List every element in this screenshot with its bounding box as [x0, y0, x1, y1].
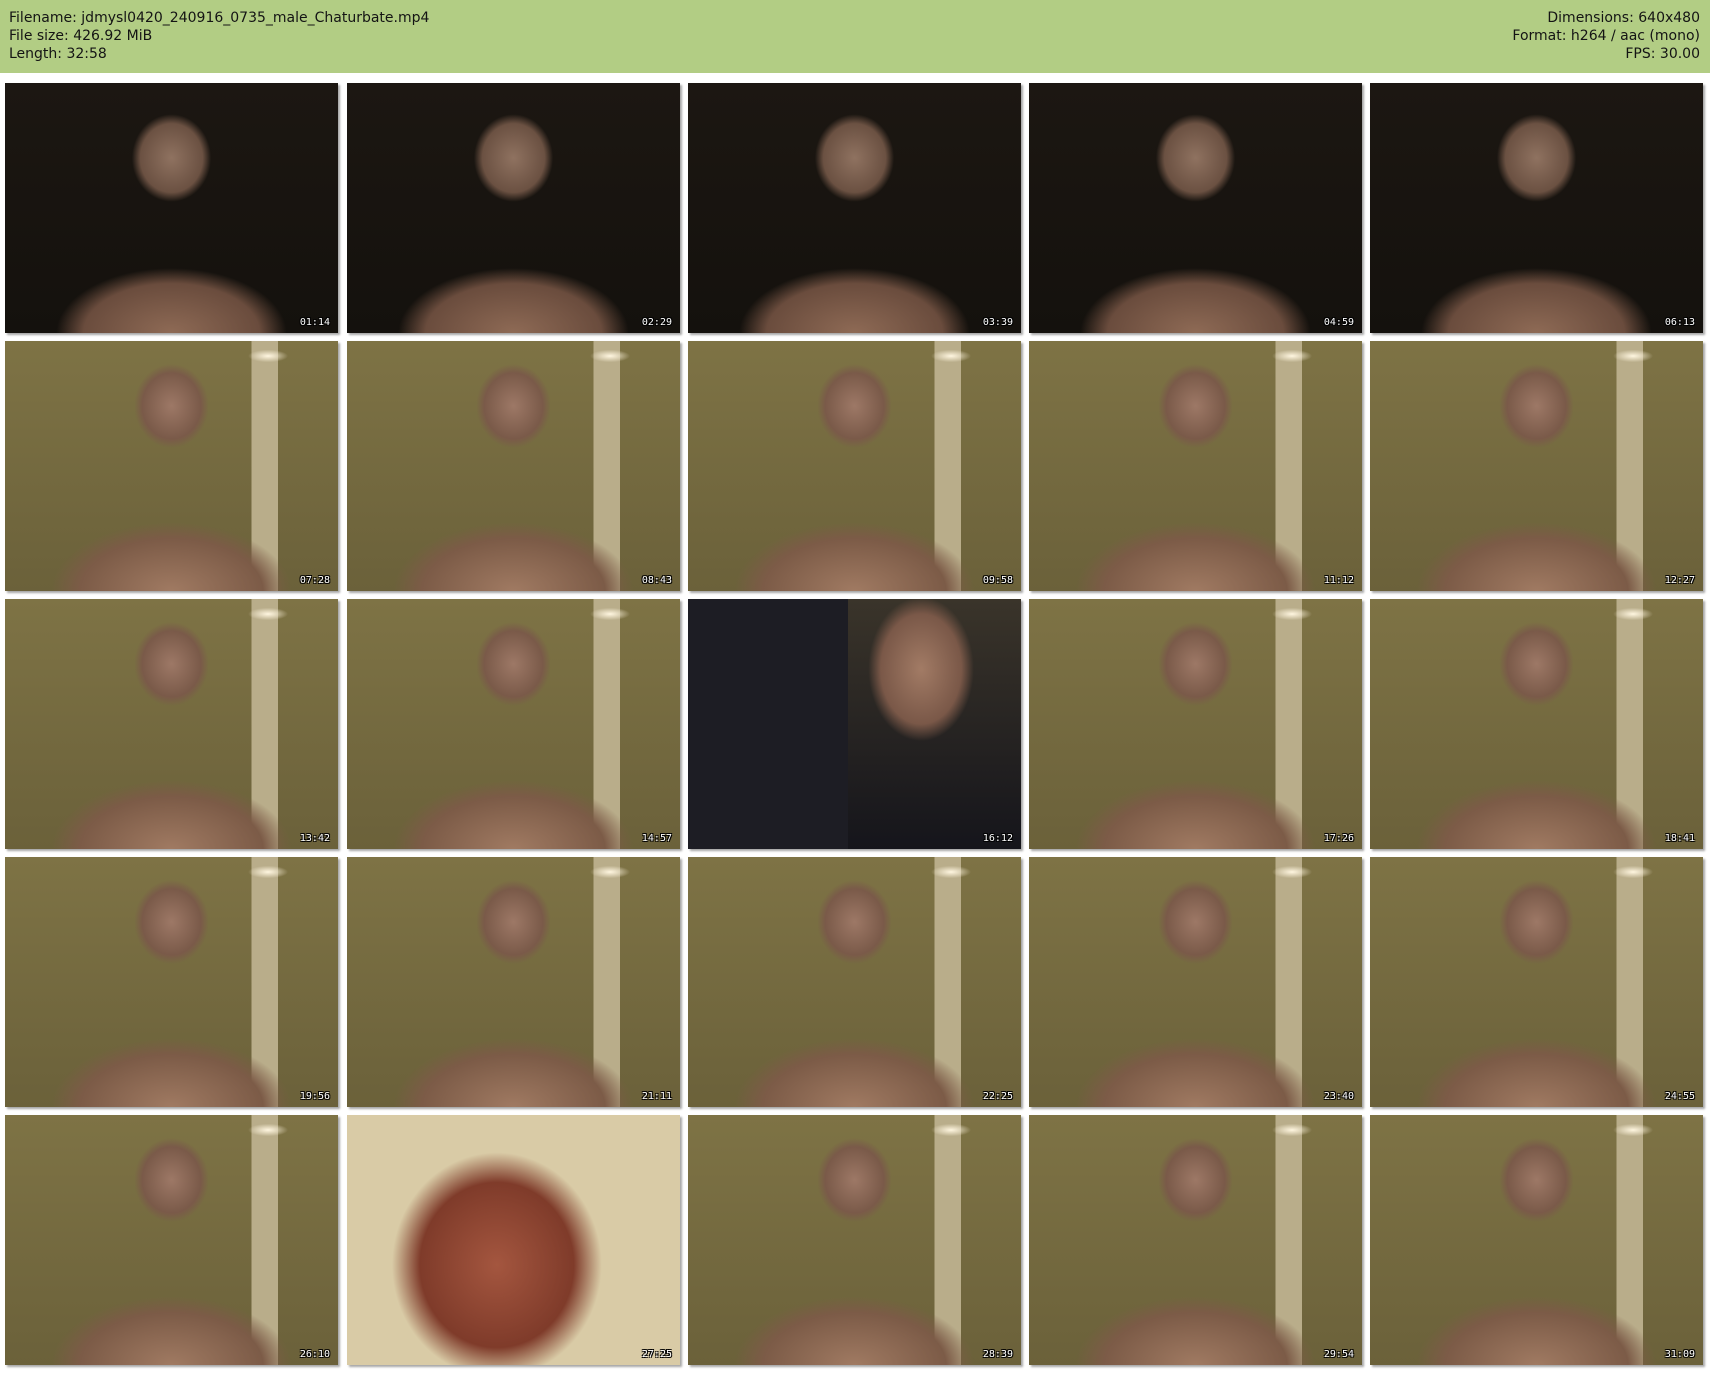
thumbnail-frame: 17:26 [1029, 599, 1362, 849]
thumbnail-grid: 01:14 02:29 03:39 04:59 06:13 07:28 08:43 09:58… [0, 0, 1710, 1373]
thumbnail-frame: 02:29 [347, 83, 680, 333]
thumbnail-frame: 03:39 [688, 83, 1021, 333]
thumbnail-timestamp: 06:13 [1664, 317, 1695, 328]
thumbnail-timestamp: 01:14 [299, 317, 330, 328]
thumbnail-timestamp: 07:28 [299, 575, 330, 586]
thumbnail-frame: 04:59 [1029, 83, 1362, 333]
thumbnail-frame: 18:41 [1370, 599, 1703, 849]
thumbnail-timestamp: 13:42 [299, 833, 330, 844]
thumbnail-timestamp: 04:59 [1323, 317, 1354, 328]
thumbnail-frame: 27:25 [347, 1115, 680, 1365]
thumbnail-frame: 28:39 [688, 1115, 1021, 1365]
thumbnail-timestamp: 23:40 [1323, 1091, 1354, 1102]
thumbnail-frame: 22:25 [688, 857, 1021, 1107]
thumbnail-timestamp: 17:26 [1323, 833, 1354, 844]
thumbnail-timestamp: 03:39 [982, 317, 1013, 328]
thumbnail-frame: 08:43 [347, 341, 680, 591]
thumbnail-timestamp: 24:55 [1664, 1091, 1695, 1102]
thumbnail-timestamp: 11:12 [1323, 575, 1354, 586]
thumbnail-timestamp: 14:57 [641, 833, 672, 844]
thumbnail-frame: 31:09 [1370, 1115, 1703, 1365]
thumbnail-timestamp: 22:25 [982, 1091, 1013, 1102]
thumbnail-timestamp: 02:29 [641, 317, 672, 328]
thumbnail-frame: 13:42 [5, 599, 338, 849]
thumbnail-frame: 06:13 [1370, 83, 1703, 333]
thumbnail-timestamp: 08:43 [641, 575, 672, 586]
thumbnail-frame: 23:40 [1029, 857, 1362, 1107]
thumbnail-frame: 01:14 [5, 83, 338, 333]
thumbnail-frame: 24:55 [1370, 857, 1703, 1107]
thumbnail-timestamp: 16:12 [982, 833, 1013, 844]
thumbnail-frame: 16:12 [688, 599, 1021, 849]
thumbnail-timestamp: 28:39 [982, 1349, 1013, 1360]
thumbnail-frame: 07:28 [5, 341, 338, 591]
thumbnail-timestamp: 19:56 [299, 1091, 330, 1102]
thumbnail-timestamp: 29:54 [1323, 1349, 1354, 1360]
thumbnail-frame: 19:56 [5, 857, 338, 1107]
thumbnail-timestamp: 26:10 [299, 1349, 330, 1360]
thumbnail-frame: 21:11 [347, 857, 680, 1107]
thumbnail-frame: 29:54 [1029, 1115, 1362, 1365]
thumbnail-timestamp: 27:25 [641, 1349, 672, 1360]
thumbnail-frame: 12:27 [1370, 341, 1703, 591]
thumbnail-frame: 11:12 [1029, 341, 1362, 591]
thumbnail-frame: 09:58 [688, 341, 1021, 591]
thumbnail-timestamp: 18:41 [1664, 833, 1695, 844]
thumbnail-timestamp: 31:09 [1664, 1349, 1695, 1360]
thumbnail-frame: 26:10 [5, 1115, 338, 1365]
thumbnail-timestamp: 09:58 [982, 575, 1013, 586]
thumbnail-timestamp: 21:11 [641, 1091, 672, 1102]
thumbnail-frame: 14:57 [347, 599, 680, 849]
thumbnail-timestamp: 12:27 [1664, 575, 1695, 586]
